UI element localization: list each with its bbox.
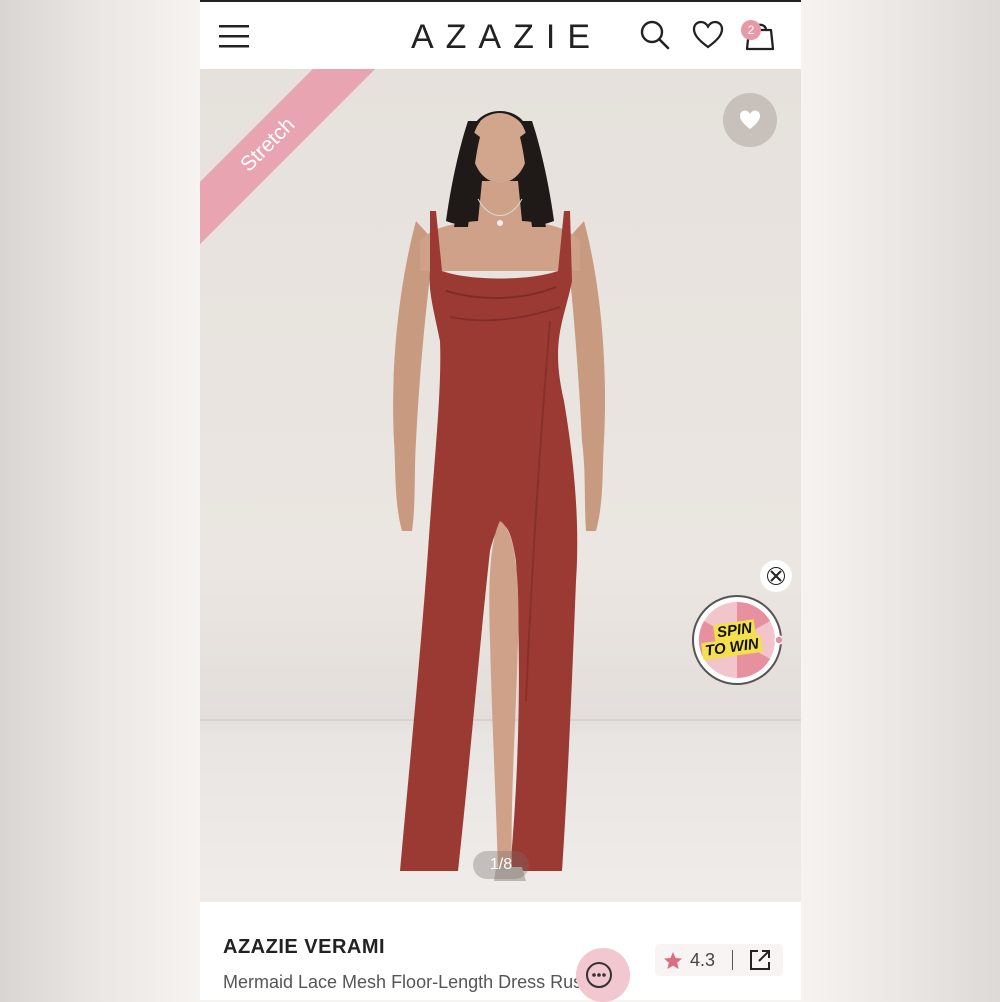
- product-photo: [393, 111, 606, 881]
- product-description: Mermaid Lace Mesh Floor-Length Dress Rus…: [223, 972, 588, 992]
- product-brand: AZAZIE VERAMI: [223, 936, 386, 958]
- rating-panel: 4.3: [655, 944, 783, 976]
- mobile-viewport: AZAZIE 2 Stretch SPIN TO WIN 1/8 AZAZIE …: [200, 0, 801, 1000]
- spin-to-win-promo[interactable]: SPIN TO WIN: [692, 595, 784, 685]
- wishlist-heart-icon[interactable]: [691, 18, 725, 52]
- image-counter: 1/8: [473, 851, 529, 879]
- product-image-carousel[interactable]: Stretch SPIN TO WIN 1/8: [200, 69, 801, 902]
- close-promo-button[interactable]: [760, 560, 792, 592]
- chat-button[interactable]: [576, 948, 630, 1002]
- add-to-wishlist-button[interactable]: [723, 93, 777, 147]
- cart-count-badge: 2: [741, 20, 761, 40]
- site-header: AZAZIE 2: [200, 0, 801, 70]
- heart-icon: [740, 110, 760, 129]
- close-icon: [767, 567, 785, 585]
- share-icon[interactable]: [748, 948, 772, 972]
- search-icon[interactable]: [638, 18, 672, 52]
- chat-icon: [586, 962, 612, 988]
- product-info: AZAZIE VERAMI Mermaid Lace Mesh Floor-Le…: [200, 902, 801, 1000]
- rating-value: 4.3: [690, 950, 716, 970]
- divider: [732, 950, 733, 970]
- star-icon: [664, 952, 682, 969]
